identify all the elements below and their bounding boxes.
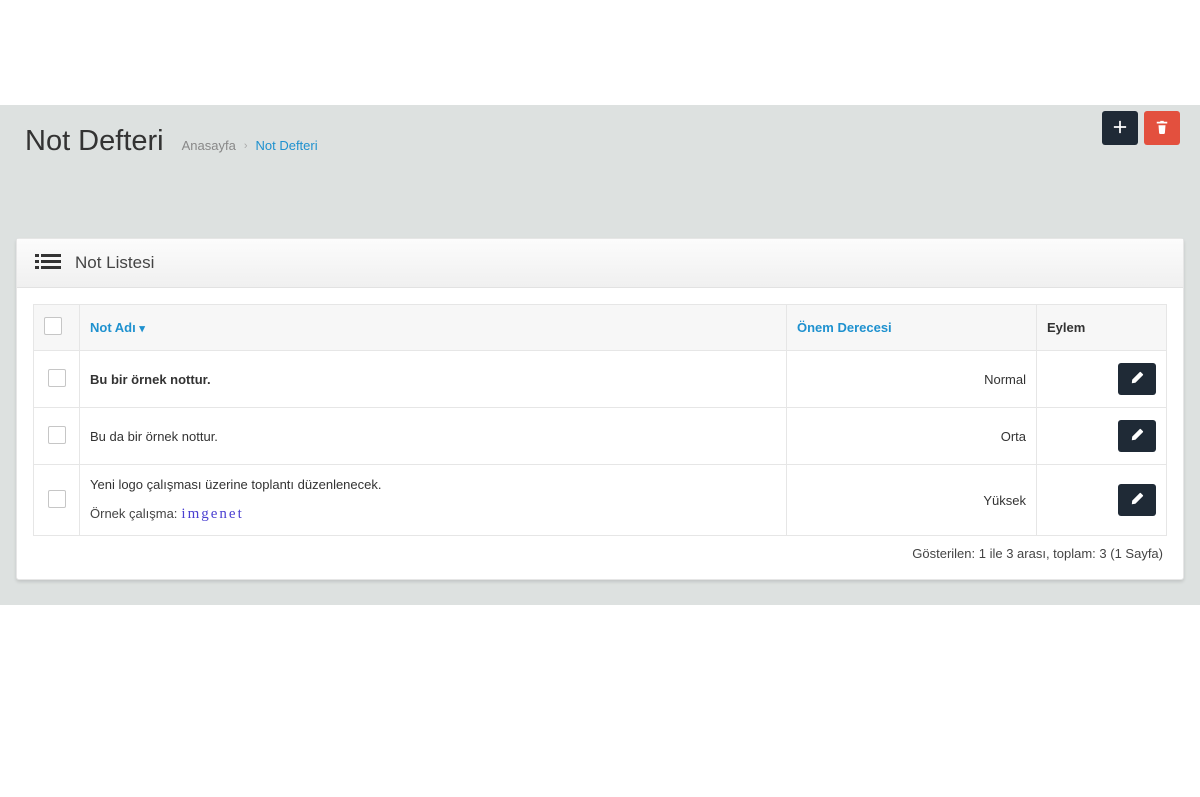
row-priority-cell: Yüksek	[787, 465, 1037, 536]
chevron-right-icon: ›	[244, 140, 248, 152]
row-priority-cell: Orta	[787, 408, 1037, 465]
row-action-cell	[1037, 465, 1167, 536]
panel-header: Not Listesi	[17, 239, 1183, 288]
row-priority-cell: Normal	[787, 351, 1037, 408]
row-checkbox-cell	[34, 408, 80, 465]
row-extra-label: Örnek çalışma:	[90, 506, 177, 521]
row-checkbox[interactable]	[48, 490, 66, 508]
top-action-buttons	[1102, 111, 1180, 145]
row-note-text: Bu bir örnek nottur.	[90, 372, 776, 387]
notes-table: Not Adı ▾ Önem Derecesi Eylem	[33, 304, 1167, 536]
row-note-text: Bu da bir örnek nottur.	[90, 429, 776, 444]
edit-button[interactable]	[1118, 420, 1156, 452]
sort-by-name[interactable]: Not Adı ▾	[90, 320, 145, 335]
header-name-label: Not Adı	[90, 320, 136, 335]
header-priority-cell: Önem Derecesi	[787, 305, 1037, 351]
panel-body: Not Adı ▾ Önem Derecesi Eylem	[17, 288, 1183, 579]
delete-button[interactable]	[1144, 111, 1180, 145]
plus-icon	[1113, 120, 1127, 137]
page-title: Not Defteri	[25, 125, 164, 158]
row-checkbox[interactable]	[48, 426, 66, 444]
header-name-cell: Not Adı ▾	[80, 305, 787, 351]
row-logo-text: imgenet	[181, 506, 243, 522]
row-checkbox-cell	[34, 465, 80, 536]
pencil-icon	[1131, 492, 1144, 508]
select-all-checkbox[interactable]	[44, 317, 62, 335]
edit-button[interactable]	[1118, 363, 1156, 395]
row-action-cell	[1037, 408, 1167, 465]
table-header-row: Not Adı ▾ Önem Derecesi Eylem	[34, 305, 1167, 351]
table-row: Yeni logo çalışması üzerine toplantı düz…	[34, 465, 1167, 536]
table-row: Bu da bir örnek nottur. Orta	[34, 408, 1167, 465]
header-action-label: Eylem	[1047, 320, 1085, 335]
page-header: Not Defteri Anasayfa › Not Defteri	[0, 105, 1200, 168]
sort-by-priority[interactable]: Önem Derecesi	[797, 320, 892, 335]
notes-panel: Not Listesi Not Adı ▾	[16, 238, 1184, 580]
row-checkbox-cell	[34, 351, 80, 408]
row-checkbox[interactable]	[48, 369, 66, 387]
header-action-cell: Eylem	[1037, 305, 1167, 351]
table-row: Bu bir örnek nottur. Normal	[34, 351, 1167, 408]
header-checkbox-cell	[34, 305, 80, 351]
breadcrumb-current[interactable]: Not Defteri	[255, 138, 317, 153]
panel-title: Not Listesi	[75, 253, 154, 273]
pagination-info: Gösterilen: 1 ile 3 arası, toplam: 3 (1 …	[33, 536, 1167, 563]
row-name-cell: Bu bir örnek nottur.	[80, 351, 787, 408]
breadcrumb: Anasayfa › Not Defteri	[182, 138, 318, 153]
row-name-cell: Bu da bir örnek nottur.	[80, 408, 787, 465]
header-priority-label: Önem Derecesi	[797, 320, 892, 335]
add-button[interactable]	[1102, 111, 1138, 145]
pencil-icon	[1131, 371, 1144, 387]
breadcrumb-home[interactable]: Anasayfa	[182, 138, 236, 153]
row-action-cell	[1037, 351, 1167, 408]
row-note-extra: Örnek çalışma: imgenet	[90, 506, 776, 523]
edit-button[interactable]	[1118, 484, 1156, 516]
trash-icon	[1155, 120, 1169, 137]
row-name-cell: Yeni logo çalışması üzerine toplantı düz…	[80, 465, 787, 536]
list-icon	[35, 253, 61, 273]
pencil-icon	[1131, 428, 1144, 444]
chevron-down-icon: ▾	[139, 323, 145, 335]
row-note-text: Yeni logo çalışması üzerine toplantı düz…	[90, 477, 776, 492]
